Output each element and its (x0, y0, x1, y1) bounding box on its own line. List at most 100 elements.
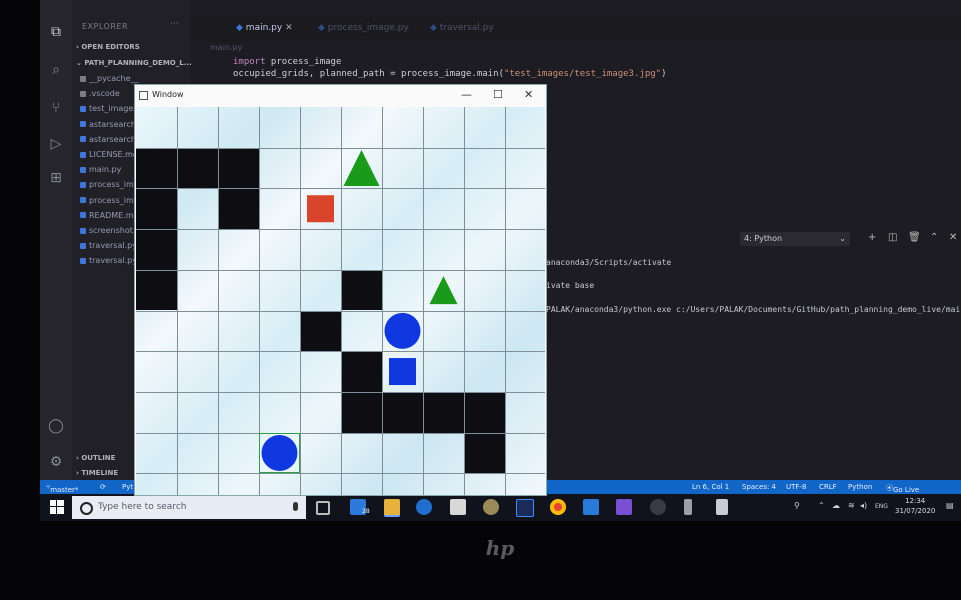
language-mode[interactable]: Python (848, 483, 872, 491)
terminal-selector[interactable]: 4: Python ⌄ (740, 232, 850, 246)
line-ending[interactable]: CRLF (819, 483, 837, 491)
tab-traversal[interactable]: ◆ traversal.py (430, 23, 494, 33)
taskbar-search[interactable]: Type here to search (72, 496, 306, 519)
timeline-section[interactable]: › TIMELINE (76, 469, 118, 477)
app-icon[interactable] (483, 499, 499, 515)
file-icon (80, 227, 86, 234)
shapes-layer (261, 150, 458, 471)
file-item[interactable]: test_images (80, 104, 137, 113)
project-label: PATH_PLANNING_DEMO_L... (84, 59, 192, 67)
task-view-icon[interactable] (316, 501, 330, 515)
file-item[interactable]: traversal.pyc (80, 256, 141, 265)
hp-logo: hp (485, 536, 515, 560)
file-label: test_images (89, 104, 138, 114)
file-icon (80, 166, 86, 173)
file-item[interactable]: LICENSE.md (80, 150, 138, 159)
wifi-icon[interactable]: ≋ (848, 501, 855, 510)
close-icon[interactable]: ✕ (949, 232, 957, 243)
volume-icon[interactable]: ◂) (860, 501, 867, 510)
branch-label: master* (50, 486, 79, 494)
gear-icon[interactable]: ⚙ (48, 454, 64, 470)
photoshop-icon[interactable] (516, 499, 534, 517)
file-icon (80, 90, 86, 97)
terminal-toolbar: 4: Python ⌄ + ◫ 🗑 ⌃ ✕ (546, 230, 961, 250)
split-icon[interactable]: ◫ (888, 232, 897, 243)
explorer-more-button[interactable]: ··· (170, 19, 179, 29)
extensions-icon[interactable]: ⊞ (48, 170, 64, 186)
tab-main-py[interactable]: ◆ main.py ✕ (236, 23, 293, 33)
open-editors-section[interactable]: › OPEN EDITORS (76, 43, 140, 51)
account-icon[interactable]: ◯ (48, 418, 64, 434)
code-text: occupied_grids, planned_path = process_i… (233, 69, 504, 79)
code-line-2[interactable]: occupied_grids, planned_path = process_i… (233, 69, 667, 79)
file-icon (80, 75, 86, 82)
python-file-icon: ◆ (318, 23, 325, 33)
windows-start-icon[interactable] (50, 500, 64, 514)
edge-icon[interactable] (416, 499, 432, 515)
sync-icon[interactable]: ⟳ (100, 483, 106, 491)
window-titlebar[interactable]: Window — ☐ ✕ (135, 85, 546, 107)
chevron-up-icon[interactable]: ⌃ (930, 232, 938, 243)
close-icon[interactable]: ✕ (285, 23, 293, 33)
square-shape (307, 195, 334, 223)
terminal-selector-label: 4: Python (744, 234, 783, 243)
maximize-button[interactable]: ☐ (493, 88, 503, 101)
tab-process-image[interactable]: ◆ process_image.py (318, 23, 409, 33)
chrome-icon[interactable] (550, 499, 566, 515)
file-icon (80, 151, 86, 158)
grid-canvas[interactable] (136, 107, 545, 495)
source-control-icon[interactable]: ⑂ (48, 100, 64, 116)
visual-studio-icon[interactable] (616, 499, 632, 515)
cloud-icon[interactable]: ☁ (832, 501, 840, 510)
file-item[interactable]: .vscode (80, 89, 120, 98)
minimize-button[interactable]: — (461, 88, 472, 101)
go-live-button[interactable]: ⦿ Go Live (886, 483, 919, 494)
file-icon (80, 121, 86, 128)
indentation[interactable]: Spaces: 4 (742, 483, 776, 491)
vscode-icon[interactable] (583, 499, 599, 515)
opencv-window[interactable]: Window — ☐ ✕ (134, 84, 547, 496)
app-icon[interactable] (684, 499, 692, 515)
file-label: README.md (89, 210, 139, 220)
cursor-position[interactable]: Ln 6, Col 1 (692, 483, 729, 491)
clock[interactable]: 12:34 31/07/2020 (895, 496, 935, 516)
project-section[interactable]: ⌄ PATH_PLANNING_DEMO_L... (76, 59, 192, 67)
file-item[interactable]: __pycache__ (80, 74, 139, 83)
notepad-icon[interactable] (716, 499, 728, 515)
python-file-icon: ◆ (430, 23, 437, 33)
code-line-1[interactable]: import process_image (233, 57, 341, 67)
cortana-icon (80, 502, 93, 515)
notification-icon[interactable]: ▤ (946, 501, 954, 510)
store-icon[interactable] (450, 499, 466, 515)
clock-date: 31/07/2020 (895, 507, 936, 515)
file-item[interactable]: traversal.py (80, 241, 137, 250)
clock-time: 12:34 (905, 497, 926, 505)
breadcrumb[interactable]: main.py (210, 43, 242, 52)
close-button[interactable]: ✕ (524, 88, 533, 101)
file-label: __pycache__ (89, 74, 139, 83)
branch-indicator[interactable]: ⑂ master* (46, 483, 78, 494)
search-placeholder: Type here to search (98, 502, 187, 512)
file-icon (80, 181, 86, 188)
chevron-up-icon[interactable]: ⌃ (818, 501, 825, 510)
encoding[interactable]: UTF-8 (786, 483, 806, 491)
triangle-shape (429, 276, 458, 305)
code-keyword: import (233, 57, 266, 67)
run-icon[interactable]: ▷ (48, 136, 64, 152)
trash-icon[interactable]: 🗑 (908, 232, 921, 243)
plus-icon[interactable]: + (868, 232, 876, 243)
app-icon[interactable] (650, 499, 666, 515)
files-icon[interactable]: ⧉ (48, 24, 64, 40)
microphone-icon[interactable] (293, 502, 298, 511)
outline-section[interactable]: › OUTLINE (76, 454, 115, 462)
tab-label: process_image.py (327, 23, 409, 33)
status-language-left[interactable]: Pyt (122, 483, 133, 491)
window-app-icon (139, 91, 148, 100)
search-icon[interactable]: ⌕ (48, 62, 64, 78)
people-icon[interactable]: ⚲ (794, 501, 800, 510)
file-item[interactable]: README.md (80, 211, 139, 220)
file-explorer-icon[interactable] (384, 499, 400, 517)
file-item[interactable]: main.py (80, 165, 121, 174)
outline-label: OUTLINE (81, 454, 116, 462)
language-indicator[interactable]: ENG (875, 503, 888, 510)
